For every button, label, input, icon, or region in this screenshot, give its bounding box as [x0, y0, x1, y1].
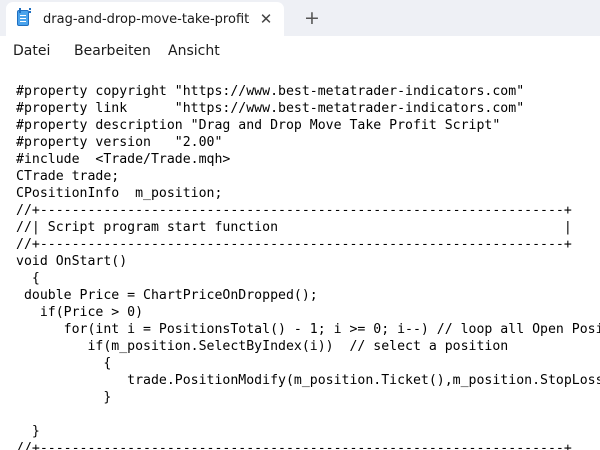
menu-bar: Datei Bearbeiten Ansicht [0, 36, 600, 66]
code-line: void OnStart() [16, 254, 128, 269]
title-bar: drag-and-drop-move-take-profit-s ✕ + [0, 0, 600, 36]
code-line: #property version "2.00" [16, 135, 223, 150]
code-line: } [16, 424, 40, 439]
tab-title: drag-and-drop-move-take-profit-s [43, 12, 250, 27]
code-line: #property description "Drag and Drop Mov… [16, 118, 501, 133]
code-line: //| Script program start function | [16, 220, 572, 235]
code-line: //+-------------------------------------… [16, 203, 572, 218]
text-editor[interactable]: #property copyright "https://www.best-me… [0, 66, 600, 450]
code-line: //+-------------------------------------… [16, 237, 572, 252]
code-line: { [16, 356, 112, 371]
code-line: for(int i = PositionsTotal() - 1; i >= 0… [16, 322, 600, 337]
close-tab-icon[interactable]: ✕ [256, 9, 276, 29]
code-line: CTrade trade; [16, 169, 120, 184]
notepad-icon [17, 8, 31, 26]
code-line: trade.PositionModify(m_position.Ticket()… [127, 373, 600, 388]
code-line: if(m_position.SelectByIndex(i)) // selec… [16, 339, 509, 354]
code-line: #property copyright "https://www.best-me… [16, 84, 525, 99]
tab-document[interactable]: drag-and-drop-move-take-profit-s ✕ [6, 2, 284, 36]
code-line: double Price = ChartPriceOnDropped(); [16, 288, 318, 303]
menu-view[interactable]: Ansicht [168, 42, 220, 60]
menu-edit[interactable]: Bearbeiten [74, 42, 151, 60]
code-line: } [16, 390, 112, 405]
code-line: CPositionInfo m_position; [16, 186, 223, 201]
menu-file[interactable]: Datei [13, 42, 50, 60]
code-line: #property link "https://www.best-metatra… [16, 101, 525, 116]
code-line: { [16, 271, 40, 286]
code-line: if(Price > 0) [16, 305, 144, 320]
code-line: #include <Trade/Trade.mqh> [16, 152, 231, 167]
new-tab-button[interactable]: + [300, 7, 324, 29]
code-line: //+-------------------------------------… [16, 441, 572, 450]
